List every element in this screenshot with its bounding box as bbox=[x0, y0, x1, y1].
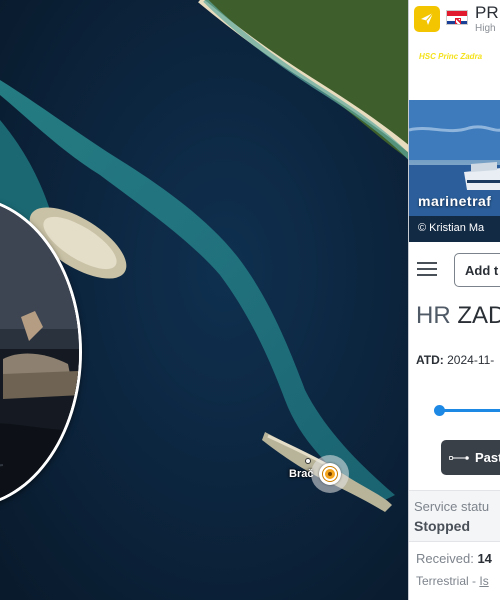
vessel-name-header: PR bbox=[475, 3, 499, 22]
received-label: Received: bbox=[416, 551, 474, 566]
vessel-title: HR ZAD bbox=[416, 302, 500, 330]
voyage-progress-bar bbox=[439, 409, 500, 412]
voyage-progress-origin bbox=[434, 405, 445, 416]
received-line: Received: 14 bbox=[416, 551, 492, 566]
vessel-flag-prefix: HR bbox=[416, 302, 451, 329]
place-dot bbox=[305, 458, 311, 464]
past-track-button[interactable]: Past bbox=[441, 440, 500, 475]
vessel-marker-ring bbox=[319, 463, 341, 485]
send-icon bbox=[414, 6, 440, 32]
atd-value: 2024-11- bbox=[447, 353, 495, 367]
vessel-photo[interactable]: HSC Princ Zadra marinetraf © Kristian Ma bbox=[409, 40, 500, 242]
panel-toolbar: Add t bbox=[409, 242, 500, 297]
panel-header: PR High bbox=[409, 0, 500, 40]
track-icon bbox=[449, 456, 469, 460]
photo-watermark: marinetraf bbox=[418, 193, 492, 209]
past-track-label: Past bbox=[475, 450, 500, 465]
vessel-info-panel: PR High HSC Princ Zadra marinetraf © Kri… bbox=[408, 0, 500, 600]
vessel-photo-image bbox=[409, 40, 500, 242]
map-view[interactable]: Brač bbox=[0, 0, 410, 600]
service-status-block: Service statu Stopped bbox=[409, 490, 500, 542]
service-status-value: Stopped bbox=[414, 518, 470, 534]
vessel-type-header: High bbox=[475, 23, 496, 34]
photo-caption: HSC Princ Zadra bbox=[419, 52, 483, 61]
croatia-flag-icon bbox=[446, 10, 468, 25]
hamburger-icon[interactable] bbox=[417, 262, 437, 276]
received-value: 14 bbox=[477, 551, 492, 566]
vessel-position-marker[interactable] bbox=[311, 455, 349, 493]
service-status-label: Service statu bbox=[414, 499, 490, 514]
terrestrial-link[interactable]: Is bbox=[479, 574, 488, 588]
received-block: Received: 14 Terrestrial - Is bbox=[409, 543, 500, 600]
vessel-marker-icon bbox=[323, 467, 337, 481]
atd-label: ATD: bbox=[416, 353, 444, 367]
photo-credit[interactable]: © Kristian Ma bbox=[409, 216, 500, 242]
add-to-fleet-button[interactable]: Add t bbox=[454, 253, 500, 287]
terrestrial-label: Terrestrial - bbox=[416, 574, 477, 588]
atd-line: ATD: 2024-11- bbox=[416, 353, 494, 367]
place-label: Brač bbox=[289, 468, 314, 480]
vessel-title-name: ZAD bbox=[457, 302, 500, 329]
terrestrial-line: Terrestrial - Is bbox=[416, 574, 489, 588]
